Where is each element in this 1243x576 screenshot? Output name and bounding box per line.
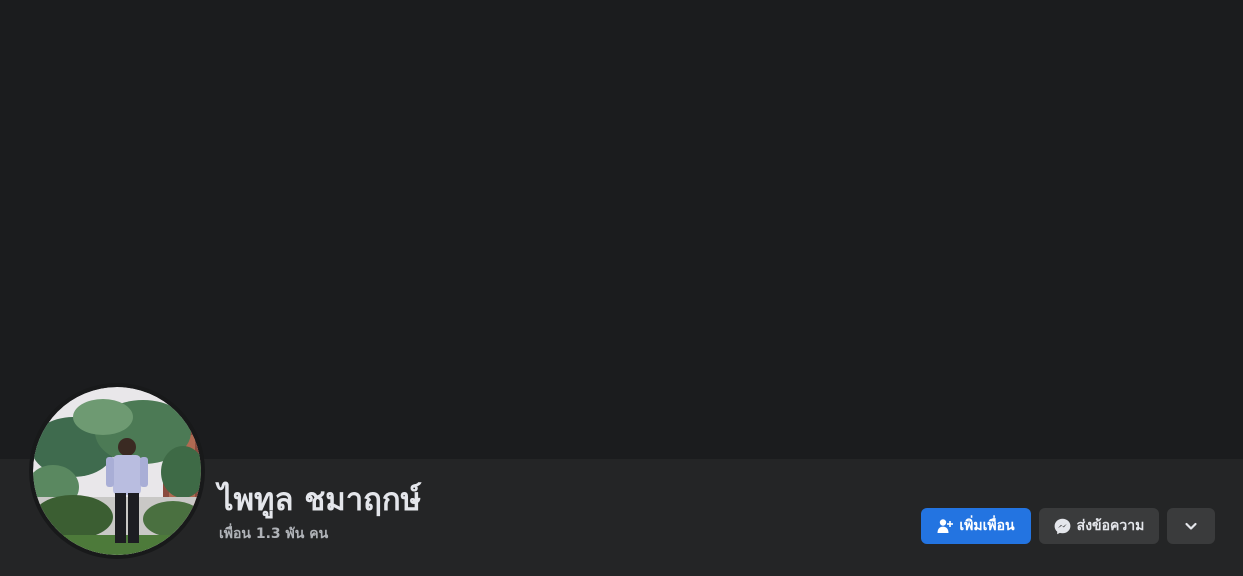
- friends-count[interactable]: เพื่อน 1.3 พัน คน: [219, 524, 328, 544]
- add-friend-button[interactable]: เพิ่มเพื่อน: [921, 508, 1031, 544]
- profile-name: ไพทูล ชมาฤกษ์: [218, 482, 422, 518]
- send-message-label: ส่งข้อความ: [1076, 518, 1145, 534]
- profile-page: ไพทูล ชมาฤกษ์ เพื่อน 1.3 พัน คน เพิ่มเพื…: [0, 0, 1243, 576]
- more-options-button[interactable]: [1167, 508, 1215, 544]
- send-message-button[interactable]: ส่งข้อความ: [1039, 508, 1159, 544]
- add-friend-icon: [937, 518, 954, 534]
- profile-avatar[interactable]: [29, 383, 205, 559]
- cover-photo[interactable]: [0, 0, 1243, 459]
- messenger-icon: [1054, 518, 1071, 535]
- add-friend-label: เพิ่มเพื่อน: [959, 518, 1015, 534]
- profile-photo: [33, 387, 201, 555]
- chevron-down-icon: [1184, 519, 1198, 533]
